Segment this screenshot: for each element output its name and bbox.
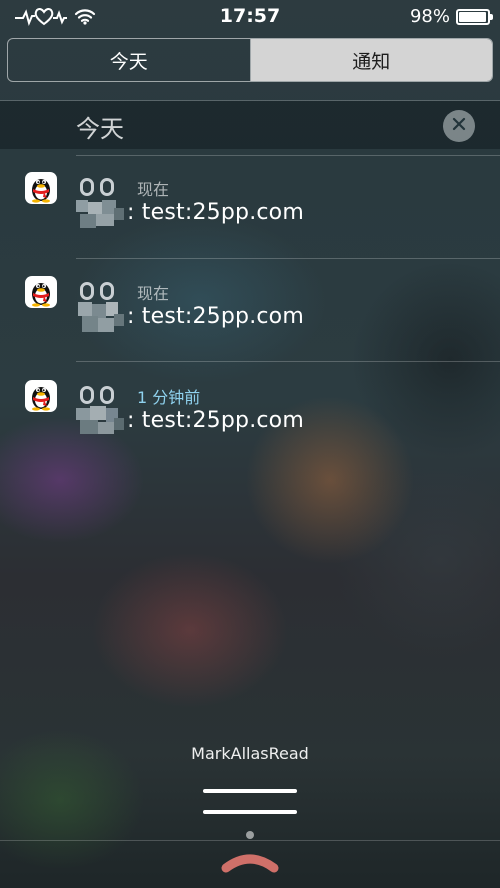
section-title: 今天 (76, 115, 124, 143)
notification-time: 现在 (137, 284, 170, 303)
bottom-divider (0, 840, 500, 841)
notification-center: 17:57 98% 今天 通知 今天 现在: test:25pp.com 现在… (0, 0, 500, 888)
handle-dot (246, 831, 254, 839)
battery-icon (456, 8, 493, 25)
section-header: 今天 (0, 101, 500, 149)
list-divider (76, 361, 500, 362)
qq-penguin-icon (25, 276, 57, 308)
battery-percent: 98% (409, 6, 450, 27)
tab-notifications[interactable]: 通知 (250, 39, 492, 81)
sender-avatar-pixelated (76, 276, 132, 346)
status-bar: 17:57 98% (0, 0, 500, 34)
qq-penguin-icon (25, 172, 57, 204)
notification-message: : test:25pp.com (127, 304, 304, 329)
clear-section-button[interactable] (443, 110, 475, 142)
notification-item[interactable]: 现在 : test:25pp.com (0, 172, 500, 272)
close-icon (451, 116, 467, 136)
qq-penguin-icon (25, 380, 57, 412)
chevron-up-icon[interactable] (220, 848, 280, 880)
battery-fill (459, 11, 487, 22)
status-right: 98% (409, 6, 493, 27)
sender-avatar-pixelated (76, 380, 132, 450)
grabber-line (203, 810, 297, 814)
notification-time: 1 分钟前 (137, 388, 201, 407)
notification-message: : test:25pp.com (127, 200, 304, 225)
notification-time: 现在 (137, 180, 170, 199)
list-divider (76, 155, 500, 156)
notification-message: : test:25pp.com (127, 408, 304, 433)
grabber-line (203, 789, 297, 793)
tab-today[interactable]: 今天 (8, 39, 251, 81)
notification-item[interactable]: 1 分钟前 : test:25pp.com (0, 380, 500, 480)
mark-all-read-button[interactable]: MarkAllasRead (0, 744, 500, 763)
segmented-control: 今天 通知 (7, 38, 493, 82)
list-divider (76, 258, 500, 259)
sender-avatar-pixelated (76, 172, 132, 242)
